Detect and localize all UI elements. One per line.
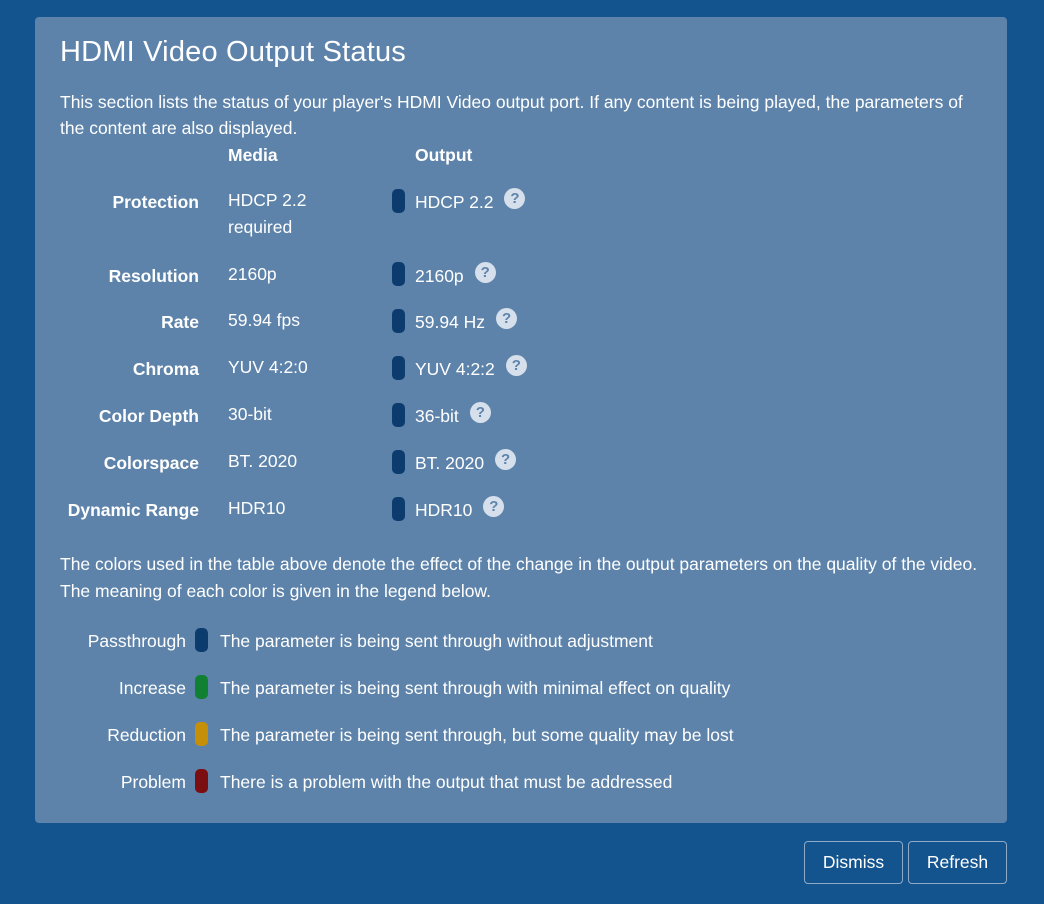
- status-indicator-chroma: [392, 356, 405, 380]
- output-value-color-depth: 36-bit: [415, 406, 459, 426]
- output-color-depth: 36-bit ?: [415, 401, 491, 427]
- help-icon[interactable]: ?: [469, 401, 491, 423]
- help-icon[interactable]: ?: [474, 261, 496, 283]
- help-icon[interactable]: ?: [504, 187, 526, 209]
- output-value-colorspace: BT. 2020: [415, 453, 485, 473]
- help-icon[interactable]: ?: [495, 448, 517, 470]
- output-chroma: YUV 4:2:2 ?: [415, 354, 527, 380]
- hdmi-status-panel: HDMI Video Output Status This section li…: [35, 17, 1007, 823]
- legend-desc-passthrough: The parameter is being sent through with…: [220, 631, 653, 651]
- output-value-dynamic-range: HDR10: [415, 500, 473, 520]
- status-indicator-colorspace: [392, 450, 405, 474]
- legend-label-passthrough: Passthrough: [87, 631, 186, 651]
- output-value-protection: HDCP 2.2: [415, 192, 494, 212]
- legend-color-passthrough: [195, 628, 208, 652]
- row-label-rate: Rate: [161, 312, 199, 332]
- status-indicator-dynamic-range: [392, 497, 405, 521]
- output-dynamic-range: HDR10 ?: [415, 495, 505, 521]
- media-value-dynamic-range: HDR10: [228, 498, 286, 518]
- legend-color-reduction: [195, 722, 208, 746]
- media-value-resolution: 2160p: [228, 264, 277, 284]
- help-icon[interactable]: ?: [505, 354, 527, 376]
- output-value-rate: 59.94 Hz: [415, 312, 486, 332]
- output-resolution: 2160p ?: [415, 261, 496, 287]
- legend-desc-increase: The parameter is being sent through with…: [220, 678, 731, 698]
- row-label-resolution: Resolution: [108, 266, 199, 286]
- legend-color-increase: [195, 675, 208, 699]
- row-label-color-depth: Color Depth: [98, 406, 199, 426]
- output-rate: 59.94 Hz ?: [415, 307, 518, 333]
- output-colorspace: BT. 2020 ?: [415, 448, 517, 474]
- dismiss-button[interactable]: Dismiss: [804, 841, 903, 884]
- legend-label-increase: Increase: [118, 678, 186, 698]
- status-indicator-protection: [392, 189, 405, 213]
- legend-intro-text: The colors used in the table above denot…: [60, 554, 978, 601]
- row-label-dynamic-range: Dynamic Range: [67, 500, 199, 520]
- status-indicator-resolution: [392, 262, 405, 286]
- media-value-color-depth: 30-bit: [228, 404, 272, 424]
- legend-desc-problem: There is a problem with the output that …: [220, 772, 673, 792]
- legend-color-problem: [195, 769, 208, 793]
- legend-desc-reduction: The parameter is being sent through, but…: [220, 725, 734, 745]
- row-label-colorspace: Colorspace: [103, 453, 199, 473]
- status-indicator-rate: [392, 309, 405, 333]
- page-title: HDMI Video Output Status: [60, 36, 406, 68]
- media-column-header: Media: [228, 145, 278, 165]
- help-icon[interactable]: ?: [483, 495, 505, 517]
- media-value-colorspace: BT. 2020: [228, 451, 298, 471]
- output-column-header: Output: [415, 145, 473, 165]
- row-label-chroma: Chroma: [132, 359, 199, 379]
- status-indicator-color-depth: [392, 403, 405, 427]
- legend-label-problem: Problem: [120, 772, 186, 792]
- help-icon[interactable]: ?: [496, 307, 518, 329]
- intro-text: This section lists the status of your pl…: [60, 92, 963, 138]
- media-value-rate: 59.94 fps: [228, 310, 300, 330]
- row-label-protection: Protection: [112, 192, 199, 212]
- media-value-chroma: YUV 4:2:0: [228, 357, 308, 377]
- refresh-button[interactable]: Refresh: [908, 841, 1007, 884]
- output-value-chroma: YUV 4:2:2: [415, 359, 495, 379]
- output-value-resolution: 2160p: [415, 266, 464, 286]
- legend-label-reduction: Reduction: [107, 725, 186, 745]
- media-value-protection: HDCP 2.2 required: [228, 190, 307, 237]
- output-protection: HDCP 2.2 ?: [415, 187, 526, 213]
